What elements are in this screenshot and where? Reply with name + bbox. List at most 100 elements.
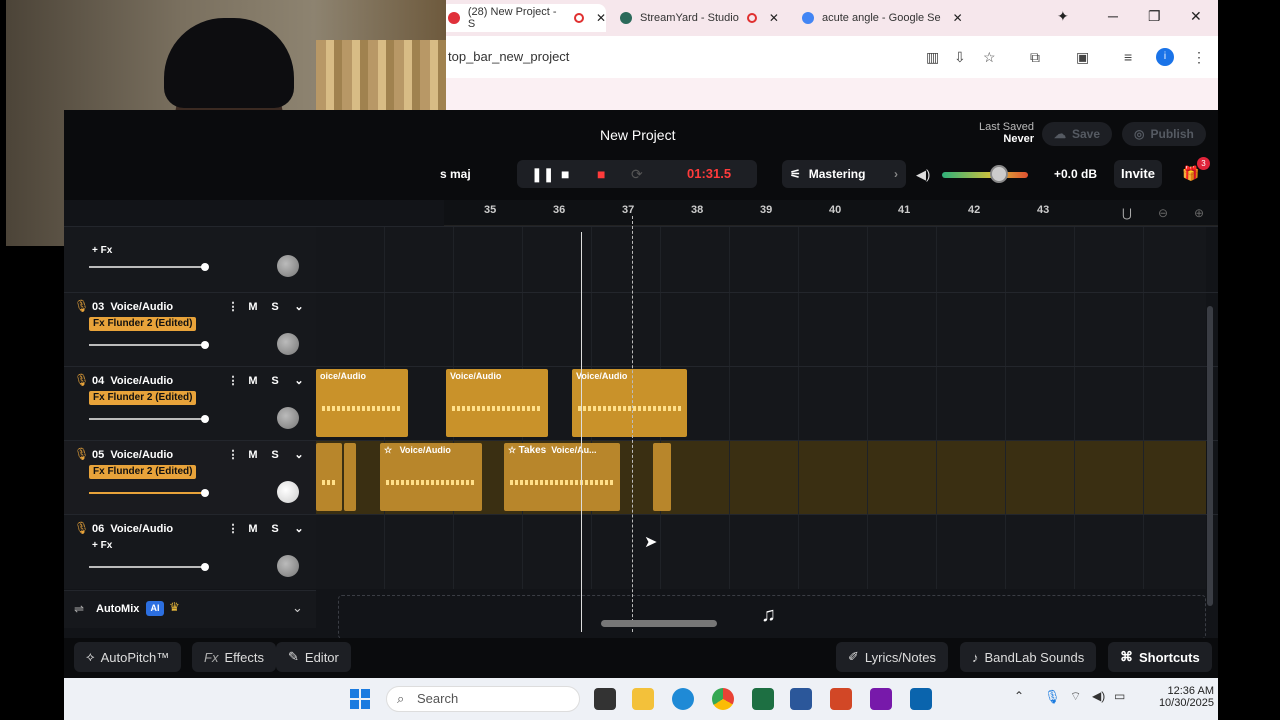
reader-icon[interactable]: ▥ bbox=[926, 49, 939, 66]
track-volume-slider[interactable] bbox=[89, 563, 209, 571]
add-fx-button[interactable]: + Fx bbox=[92, 540, 112, 551]
track-lane[interactable]: oice/Audio Voice/Audio Voice/Audio bbox=[316, 367, 1206, 441]
microphone-icon[interactable]: 🎙 bbox=[1044, 689, 1061, 705]
track-name[interactable]: 06 Voice/Audio bbox=[92, 523, 173, 535]
track-lane[interactable] bbox=[316, 293, 1206, 367]
playhead[interactable] bbox=[581, 232, 582, 632]
chevron-down-icon[interactable]: ⌄ bbox=[292, 600, 303, 616]
gift-icon[interactable]: 🎁 bbox=[1182, 165, 1199, 182]
show-hidden-icons-icon[interactable]: ⌃ bbox=[1014, 689, 1024, 703]
taskbar-search[interactable]: ⌕ Search bbox=[386, 686, 580, 712]
gemini-icon[interactable]: ✦ bbox=[1057, 8, 1069, 25]
audio-clip[interactable]: ☆ Voice/Audio bbox=[380, 443, 482, 511]
track-menu-icon[interactable]: ⋮ bbox=[224, 299, 242, 315]
menu-icon[interactable]: ⋮ bbox=[1192, 49, 1206, 66]
close-tab-icon[interactable]: ✕ bbox=[596, 11, 606, 25]
bandlab-sounds-button[interactable]: ♪ BandLab Sounds bbox=[960, 642, 1097, 672]
master-volume-slider[interactable] bbox=[942, 172, 1028, 178]
track-header[interactable]: 🎙 05 Voice/Audio ⋮ M S ⌄ Fx Flunder 2 (E… bbox=[64, 441, 316, 515]
url-text[interactable]: top_bar_new_project bbox=[448, 49, 569, 64]
editor-button[interactable]: ✎ Editor bbox=[276, 642, 351, 672]
word-icon[interactable] bbox=[790, 688, 812, 710]
track-menu-icon[interactable]: ⋮ bbox=[224, 373, 242, 389]
audio-clip[interactable]: Voice/Audio bbox=[446, 369, 548, 437]
chrome-icon[interactable] bbox=[712, 688, 734, 710]
effects-button[interactable]: Fx Effects bbox=[192, 642, 276, 672]
profile-avatar[interactable]: i bbox=[1156, 48, 1174, 66]
track-volume-slider[interactable] bbox=[89, 415, 209, 423]
onenote-icon[interactable] bbox=[870, 688, 892, 710]
mute-button[interactable]: M bbox=[244, 299, 262, 315]
track-name[interactable]: 03 Voice/Audio bbox=[92, 301, 173, 313]
save-button[interactable]: ☁ Save bbox=[1042, 122, 1113, 146]
extensions-icon[interactable]: ⧉ bbox=[1030, 49, 1040, 66]
track-volume-slider[interactable] bbox=[89, 489, 209, 497]
edge-icon[interactable] bbox=[672, 688, 694, 710]
add-fx-button[interactable]: + Fx bbox=[92, 245, 112, 256]
audio-clip[interactable]: Voice/Audio bbox=[572, 369, 687, 437]
system-clock[interactable]: 12:36 AM 10/30/2025 bbox=[1148, 685, 1214, 709]
chevron-down-icon[interactable]: ⌄ bbox=[290, 447, 308, 463]
magnet-icon[interactable]: ⋃ bbox=[1122, 206, 1132, 220]
track-volume-slider[interactable] bbox=[89, 263, 209, 271]
fx-preset-tag[interactable]: Fx Flunder 2 (Edited) bbox=[89, 391, 197, 405]
track-menu-icon[interactable]: ⋮ bbox=[224, 447, 242, 463]
tab-streamyard[interactable]: StreamYard - Studio ✕ bbox=[612, 4, 782, 32]
track-lane[interactable] bbox=[316, 227, 1206, 293]
audio-clip[interactable]: oice/Audio bbox=[316, 369, 408, 437]
outlook-icon[interactable] bbox=[910, 688, 932, 710]
track-header[interactable]: 🎙 04 Voice/Audio ⋮ M S ⌄ Fx Flunder 2 (E… bbox=[64, 367, 316, 441]
fx-preset-tag[interactable]: Fx Flunder 2 (Edited) bbox=[89, 317, 197, 331]
timeline-ruler[interactable]: 35 36 37 38 39 40 41 42 43 ⋃ ⊖ ⊕ bbox=[444, 200, 1218, 226]
mastering-button[interactable]: ⚟ Mastering › bbox=[782, 160, 906, 188]
zoom-out-icon[interactable]: ⊖ bbox=[1158, 206, 1168, 220]
tab-google[interactable]: acute angle - Google Se ✕ bbox=[794, 4, 966, 32]
chevron-down-icon[interactable]: ⌄ bbox=[290, 373, 308, 389]
pause-icon[interactable]: ❚❚ bbox=[531, 166, 554, 183]
shortcuts-button[interactable]: ⌘ Shortcuts bbox=[1108, 642, 1212, 672]
solo-button[interactable]: S bbox=[266, 373, 284, 389]
mute-button[interactable]: M bbox=[244, 447, 262, 463]
audio-clip[interactable] bbox=[653, 443, 671, 511]
minimize-icon[interactable]: ─ bbox=[1108, 8, 1118, 24]
autopitch-button[interactable]: ⟡ AutoPitch™ bbox=[74, 642, 182, 672]
track-pan-knob[interactable] bbox=[277, 555, 299, 577]
automix-row[interactable]: ⇌ AutoMix AI ♛ ⌄ bbox=[64, 590, 316, 628]
vertical-scrollbar[interactable] bbox=[1207, 306, 1213, 606]
track-pan-knob[interactable] bbox=[277, 333, 299, 355]
track-lane[interactable]: ☆ Voice/Audio ☆ Takes Voice/Au... bbox=[316, 441, 1206, 515]
invite-button[interactable]: Invite bbox=[1114, 160, 1162, 188]
mute-button[interactable]: M bbox=[244, 521, 262, 537]
project-title[interactable]: New Project bbox=[600, 127, 675, 143]
bookmark-star-icon[interactable]: ☆ bbox=[983, 49, 996, 66]
track-pan-knob[interactable] bbox=[277, 481, 299, 503]
track-pan-knob[interactable] bbox=[277, 407, 299, 429]
track-lane[interactable] bbox=[316, 515, 1206, 589]
file-explorer-icon[interactable] bbox=[632, 688, 654, 710]
track-pan-knob[interactable] bbox=[277, 255, 299, 277]
add-music-icon[interactable]: ♫ bbox=[761, 604, 776, 627]
audio-clip[interactable]: ☆ Takes Voice/Au... bbox=[504, 443, 620, 511]
install-icon[interactable]: ⇩ bbox=[954, 49, 966, 66]
restore-icon[interactable]: ❐ bbox=[1148, 8, 1161, 25]
audio-clip[interactable] bbox=[344, 443, 356, 511]
key-selector[interactable]: s maj bbox=[440, 167, 471, 181]
chevron-down-icon[interactable]: ⌄ bbox=[290, 521, 308, 537]
zoom-in-icon[interactable]: ⊕ bbox=[1194, 206, 1204, 220]
master-volume-knob[interactable] bbox=[990, 165, 1008, 183]
media-icon[interactable]: ≡ bbox=[1124, 49, 1132, 65]
volume-icon[interactable]: ◀) bbox=[1092, 689, 1105, 703]
fx-preset-tag[interactable]: Fx Flunder 2 (Edited) bbox=[89, 465, 197, 479]
wifi-icon[interactable]: ⌔ bbox=[1070, 689, 1081, 704]
record-icon[interactable]: ■ bbox=[597, 166, 605, 182]
cast-icon[interactable]: ▣ bbox=[1076, 49, 1089, 66]
solo-button[interactable]: S bbox=[266, 447, 284, 463]
tab-new-project[interactable]: (28) New Project - S ✕ bbox=[440, 4, 606, 32]
audio-clip[interactable] bbox=[316, 443, 342, 511]
track-header[interactable]: 🎙 03 Voice/Audio ⋮ M S ⌄ Fx Flunder 2 (E… bbox=[64, 293, 316, 367]
close-tab-icon[interactable]: ✕ bbox=[769, 11, 779, 25]
publish-button[interactable]: ◎ Publish bbox=[1122, 122, 1206, 146]
battery-icon[interactable]: ▭ bbox=[1114, 689, 1125, 703]
track-volume-slider[interactable] bbox=[89, 341, 209, 349]
close-window-icon[interactable]: ✕ bbox=[1190, 8, 1202, 25]
